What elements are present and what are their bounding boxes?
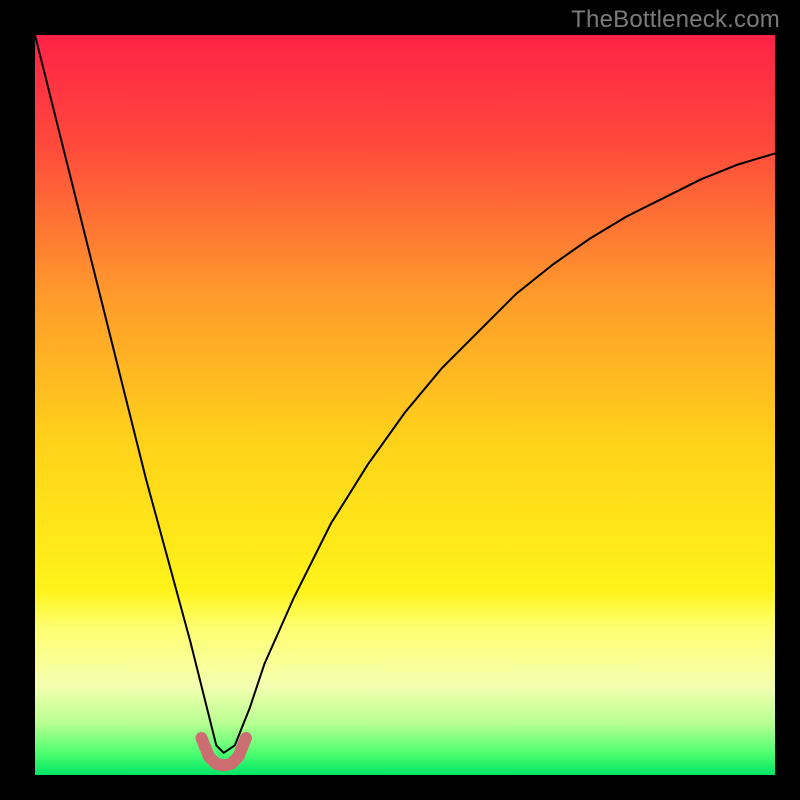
chart-svg: [35, 35, 775, 775]
plot-area: [35, 35, 775, 775]
gradient-background: [35, 35, 775, 775]
chart-frame: TheBottleneck.com: [0, 0, 800, 800]
watermark-text: TheBottleneck.com: [571, 6, 780, 34]
